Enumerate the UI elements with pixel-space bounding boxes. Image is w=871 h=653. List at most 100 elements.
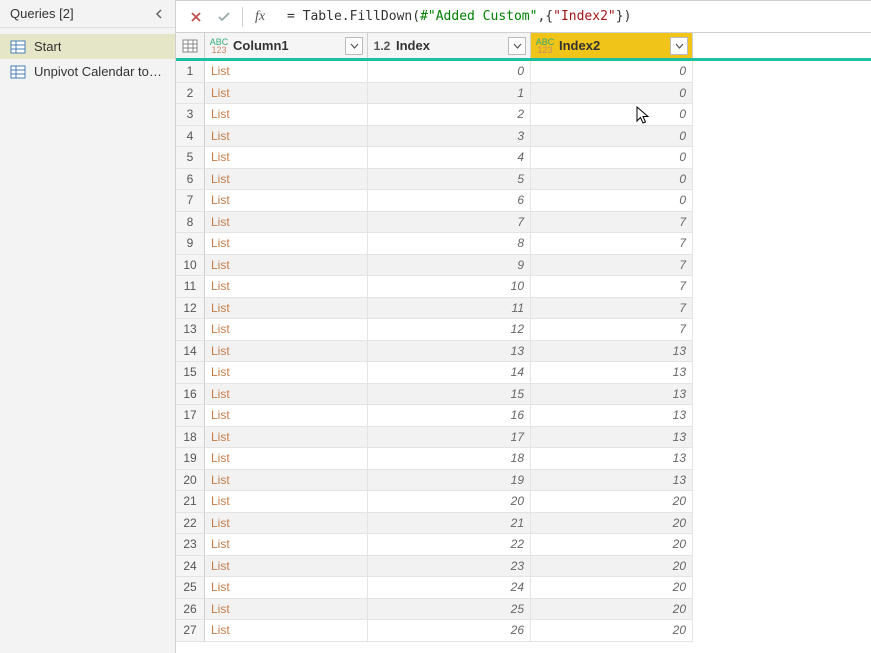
- cell-column1[interactable]: List: [205, 448, 368, 470]
- row-number[interactable]: 22: [176, 513, 205, 535]
- cell-index[interactable]: 3: [368, 126, 531, 148]
- cell-index2[interactable]: 13: [531, 362, 693, 384]
- cell-index[interactable]: 22: [368, 534, 531, 556]
- cell-index[interactable]: 14: [368, 362, 531, 384]
- fx-icon[interactable]: fx: [247, 9, 273, 25]
- cell-column1[interactable]: List: [205, 255, 368, 277]
- cell-index2[interactable]: 7: [531, 319, 693, 341]
- row-number[interactable]: 5: [176, 147, 205, 169]
- list-link[interactable]: List: [211, 322, 230, 336]
- list-link[interactable]: List: [211, 150, 230, 164]
- table-row[interactable]: 13 List 12 7: [176, 319, 871, 341]
- list-link[interactable]: List: [211, 602, 230, 616]
- table-row[interactable]: 5 List 4 0: [176, 147, 871, 169]
- cell-column1[interactable]: List: [205, 534, 368, 556]
- table-row[interactable]: 20 List 19 13: [176, 470, 871, 492]
- table-row[interactable]: 26 List 25 20: [176, 599, 871, 621]
- cell-index2[interactable]: 13: [531, 384, 693, 406]
- table-row[interactable]: 11 List 10 7: [176, 276, 871, 298]
- list-link[interactable]: List: [211, 387, 230, 401]
- cell-index[interactable]: 2: [368, 104, 531, 126]
- cell-index[interactable]: 17: [368, 427, 531, 449]
- cell-column1[interactable]: List: [205, 190, 368, 212]
- table-row[interactable]: 8 List 7 7: [176, 212, 871, 234]
- table-row[interactable]: 10 List 9 7: [176, 255, 871, 277]
- cell-column1[interactable]: List: [205, 126, 368, 148]
- table-row[interactable]: 25 List 24 20: [176, 577, 871, 599]
- cell-index2[interactable]: 0: [531, 169, 693, 191]
- cell-index2[interactable]: 7: [531, 212, 693, 234]
- row-number[interactable]: 7: [176, 190, 205, 212]
- table-row[interactable]: 16 List 15 13: [176, 384, 871, 406]
- cell-index2[interactable]: 0: [531, 190, 693, 212]
- list-link[interactable]: List: [211, 129, 230, 143]
- cell-column1[interactable]: List: [205, 362, 368, 384]
- cell-index[interactable]: 21: [368, 513, 531, 535]
- cell-index[interactable]: 12: [368, 319, 531, 341]
- table-row[interactable]: 6 List 5 0: [176, 169, 871, 191]
- table-row[interactable]: 24 List 23 20: [176, 556, 871, 578]
- cell-index2[interactable]: 13: [531, 448, 693, 470]
- cell-column1[interactable]: List: [205, 341, 368, 363]
- table-row[interactable]: 18 List 17 13: [176, 427, 871, 449]
- cell-index[interactable]: 13: [368, 341, 531, 363]
- list-link[interactable]: List: [211, 559, 230, 573]
- cell-index2[interactable]: 0: [531, 61, 693, 83]
- cell-index[interactable]: 4: [368, 147, 531, 169]
- formula-input[interactable]: = Table.FillDown(#"Added Custom",{"Index…: [279, 9, 871, 24]
- accept-formula-button[interactable]: [210, 3, 238, 31]
- list-link[interactable]: List: [211, 258, 230, 272]
- row-number[interactable]: 19: [176, 448, 205, 470]
- table-row[interactable]: 2 List 1 0: [176, 83, 871, 105]
- row-number[interactable]: 23: [176, 534, 205, 556]
- list-link[interactable]: List: [211, 344, 230, 358]
- cell-index[interactable]: 5: [368, 169, 531, 191]
- row-number[interactable]: 4: [176, 126, 205, 148]
- cell-index2[interactable]: 20: [531, 534, 693, 556]
- cell-index[interactable]: 20: [368, 491, 531, 513]
- row-number[interactable]: 27: [176, 620, 205, 642]
- cell-index2[interactable]: 0: [531, 147, 693, 169]
- list-link[interactable]: List: [211, 623, 230, 637]
- row-number[interactable]: 15: [176, 362, 205, 384]
- table-icon[interactable]: [176, 33, 205, 58]
- cancel-formula-button[interactable]: [182, 3, 210, 31]
- row-number[interactable]: 10: [176, 255, 205, 277]
- cell-column1[interactable]: List: [205, 212, 368, 234]
- row-number[interactable]: 16: [176, 384, 205, 406]
- row-number[interactable]: 11: [176, 276, 205, 298]
- list-link[interactable]: List: [211, 473, 230, 487]
- cell-index2[interactable]: 7: [531, 298, 693, 320]
- list-link[interactable]: List: [211, 516, 230, 530]
- cell-index2[interactable]: 13: [531, 341, 693, 363]
- list-link[interactable]: List: [211, 408, 230, 422]
- table-row[interactable]: 1 List 0 0: [176, 61, 871, 83]
- table-row[interactable]: 15 List 14 13: [176, 362, 871, 384]
- cell-index[interactable]: 23: [368, 556, 531, 578]
- row-number[interactable]: 24: [176, 556, 205, 578]
- row-number[interactable]: 25: [176, 577, 205, 599]
- cell-index[interactable]: 19: [368, 470, 531, 492]
- cell-index2[interactable]: 7: [531, 255, 693, 277]
- list-link[interactable]: List: [211, 580, 230, 594]
- row-number[interactable]: 20: [176, 470, 205, 492]
- cell-column1[interactable]: List: [205, 599, 368, 621]
- cell-index2[interactable]: 0: [531, 104, 693, 126]
- cell-index2[interactable]: 20: [531, 620, 693, 642]
- row-number[interactable]: 12: [176, 298, 205, 320]
- list-link[interactable]: List: [211, 301, 230, 315]
- table-row[interactable]: 3 List 2 0: [176, 104, 871, 126]
- list-link[interactable]: List: [211, 451, 230, 465]
- collapse-panel-icon[interactable]: [153, 7, 167, 21]
- row-number[interactable]: 26: [176, 599, 205, 621]
- cell-index[interactable]: 0: [368, 61, 531, 83]
- row-number[interactable]: 14: [176, 341, 205, 363]
- cell-column1[interactable]: List: [205, 83, 368, 105]
- list-link[interactable]: List: [211, 430, 230, 444]
- query-item[interactable]: Unpivot Calendar to T...: [0, 59, 175, 84]
- cell-column1[interactable]: List: [205, 513, 368, 535]
- cell-column1[interactable]: List: [205, 470, 368, 492]
- list-link[interactable]: List: [211, 279, 230, 293]
- column-filter-dropdown[interactable]: [345, 37, 363, 55]
- cell-column1[interactable]: List: [205, 61, 368, 83]
